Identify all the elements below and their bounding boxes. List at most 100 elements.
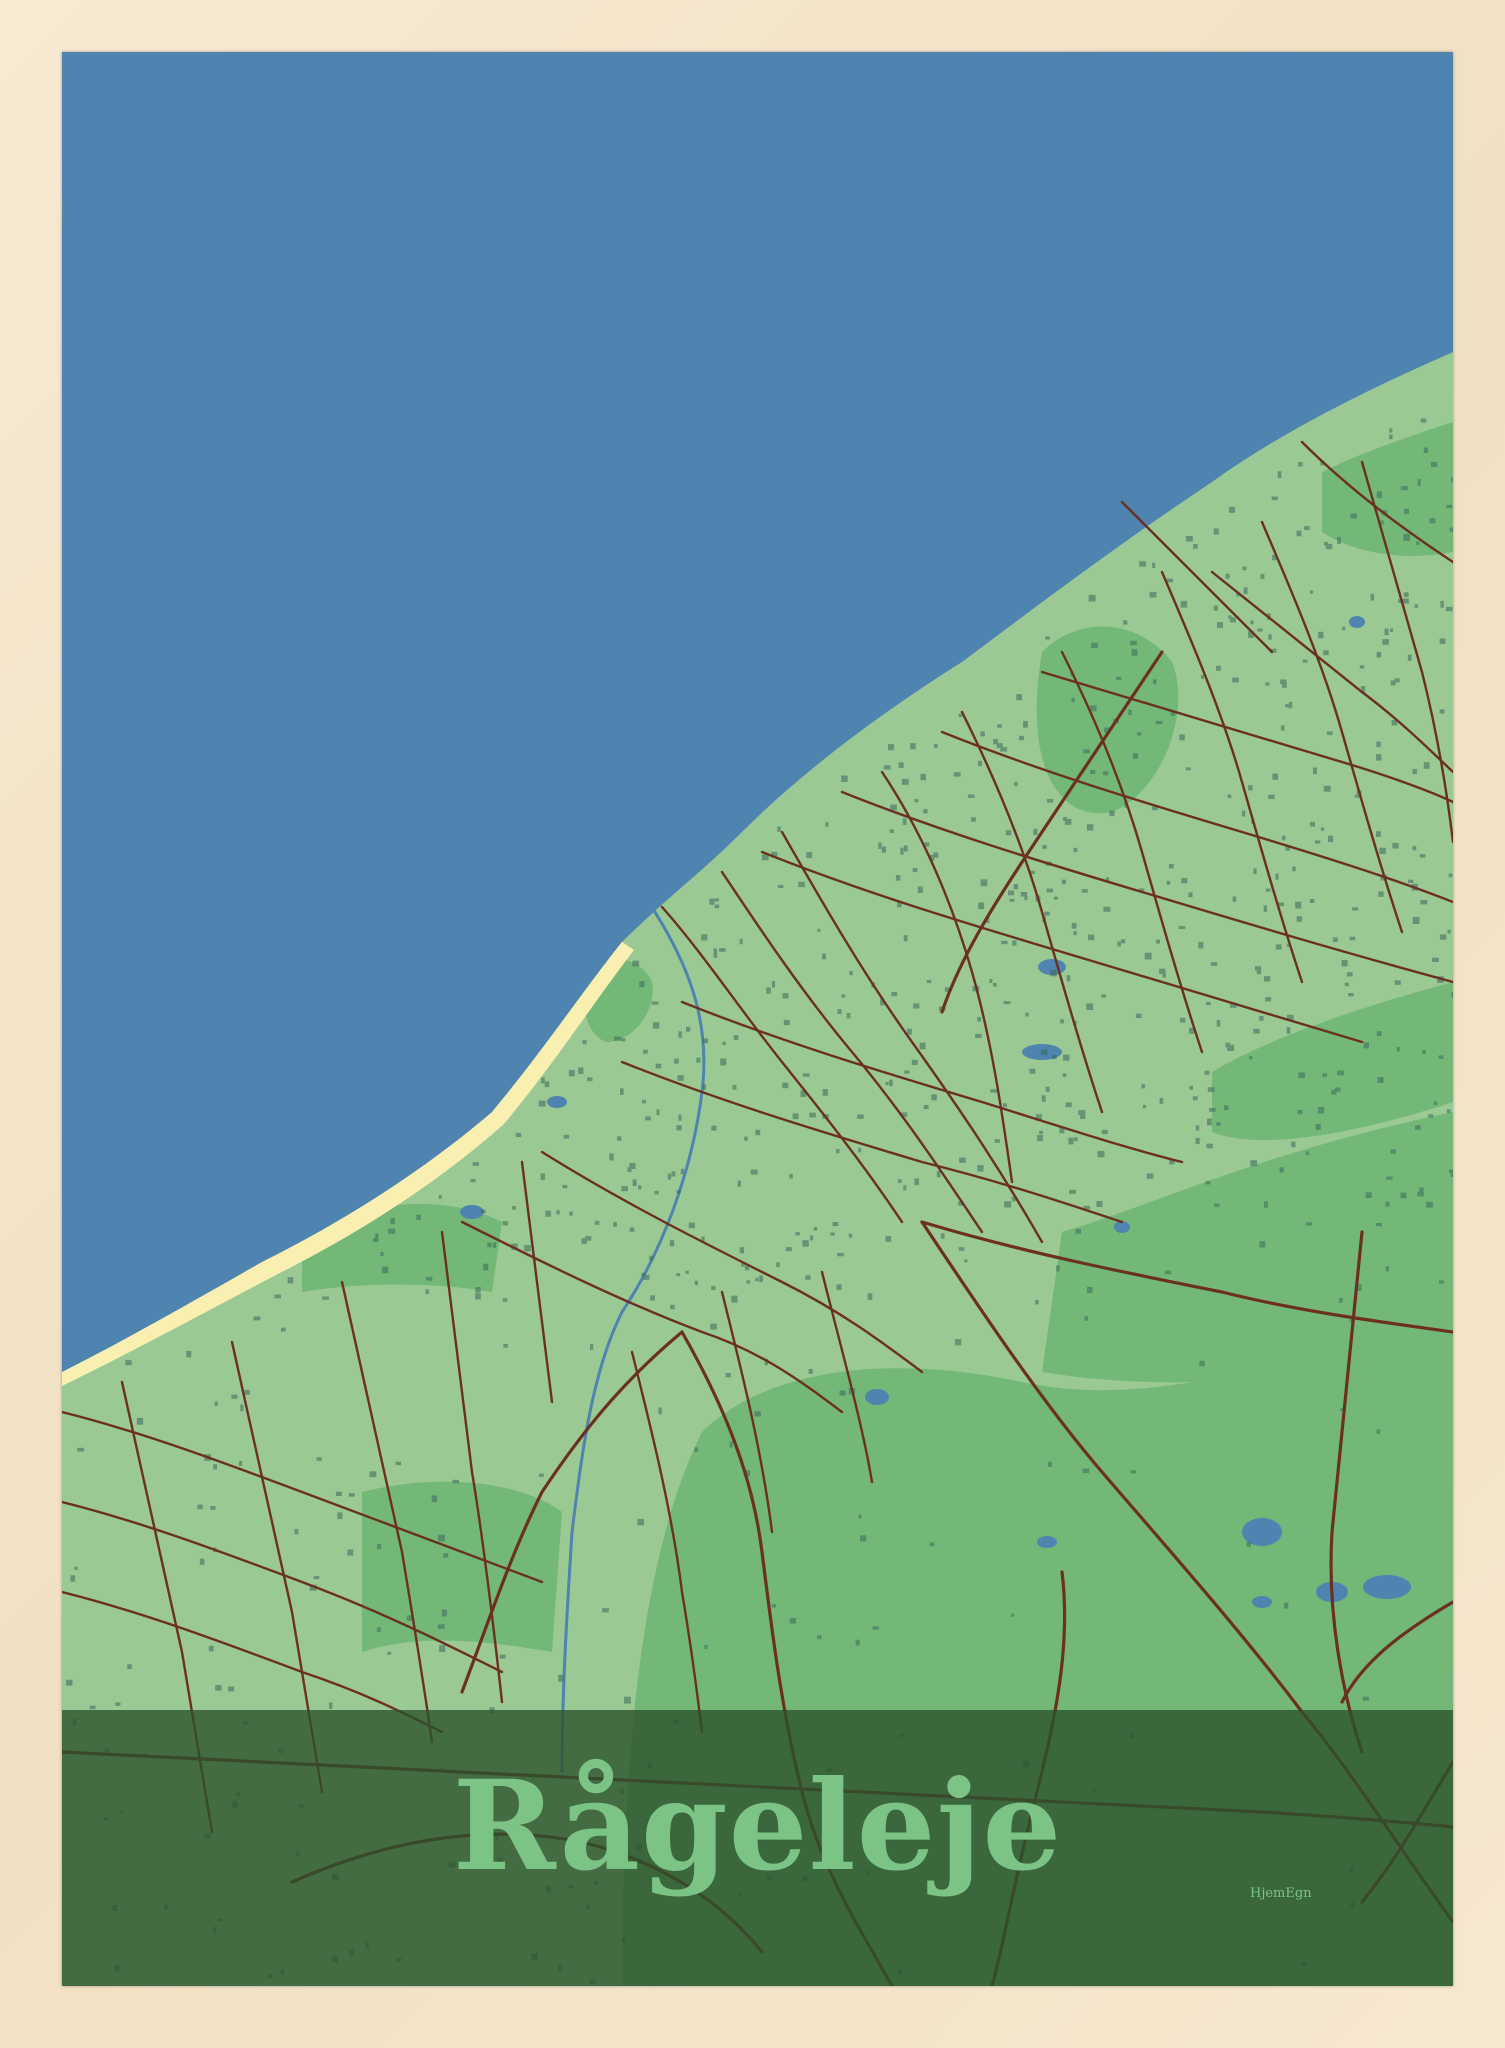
building [438,1534,445,1542]
building [971,817,976,822]
building [425,1289,429,1294]
building [1193,544,1198,549]
building [822,1089,828,1096]
building [1053,896,1058,900]
building [1116,676,1122,681]
building [744,1136,748,1141]
building [582,1040,587,1045]
building [701,934,708,941]
building [669,1240,675,1247]
building [1376,1429,1381,1434]
building [1047,799,1054,803]
building [1073,931,1077,936]
building [789,1174,793,1179]
building [953,772,961,777]
building [641,1272,646,1277]
building [1375,1223,1382,1227]
building [1326,731,1333,736]
building [1101,1129,1108,1135]
building [1065,1102,1072,1108]
building [1389,428,1393,433]
building [1149,591,1157,598]
building [964,1259,968,1263]
building [638,1185,642,1190]
building [934,744,938,748]
building [994,1139,1000,1143]
building [439,1645,446,1652]
building [1348,993,1354,997]
building [1344,982,1349,987]
building [483,1263,489,1271]
building [1180,600,1188,608]
building [613,1222,617,1227]
building [839,1390,846,1396]
building [1318,631,1324,639]
building [1201,674,1204,680]
building [1280,725,1285,731]
building [637,1518,644,1526]
building [524,1245,531,1252]
building [1309,590,1314,594]
building [1304,526,1310,531]
building [1005,830,1012,836]
building [722,1041,726,1046]
building [711,1286,716,1290]
building [1137,732,1142,736]
building [817,928,821,932]
building [1313,767,1317,775]
building [737,1180,741,1187]
building [214,1401,218,1406]
building [1445,606,1453,612]
building [858,1147,862,1153]
building [515,1132,522,1137]
building [544,1081,550,1088]
building [1228,615,1232,619]
building [676,1273,681,1277]
building [1414,604,1418,608]
building [1317,1107,1325,1114]
building [1153,679,1157,685]
building [1232,896,1237,902]
building [231,1394,238,1399]
building [798,881,805,888]
building [1408,879,1414,883]
building [836,1284,842,1290]
building [1225,1042,1230,1048]
building [806,852,813,859]
building [895,875,901,881]
building [1180,1017,1186,1023]
building [1382,639,1389,645]
building [710,1323,717,1330]
building [376,1627,381,1632]
building [1438,1055,1444,1059]
building [1001,940,1008,945]
building [720,1058,727,1066]
building [1253,1028,1260,1034]
building [920,773,926,781]
building [898,762,904,768]
building [1146,1173,1154,1179]
building [785,1247,792,1252]
building [1080,1112,1086,1119]
building [881,846,886,853]
building [729,1441,733,1448]
building [904,1070,910,1074]
building [649,1255,654,1261]
building [1412,917,1420,924]
building [322,1296,329,1300]
building [837,1253,845,1257]
building [914,799,919,803]
building [186,1350,192,1358]
building [1013,884,1019,890]
building [1096,1201,1103,1207]
building [1400,1192,1407,1199]
building [670,1304,675,1310]
building [890,804,897,811]
building [889,1079,893,1087]
building [703,1084,706,1091]
building [1012,940,1017,946]
building [872,1626,879,1630]
map-canvas [62,52,1453,1986]
building [677,1075,684,1081]
building [1156,939,1160,944]
